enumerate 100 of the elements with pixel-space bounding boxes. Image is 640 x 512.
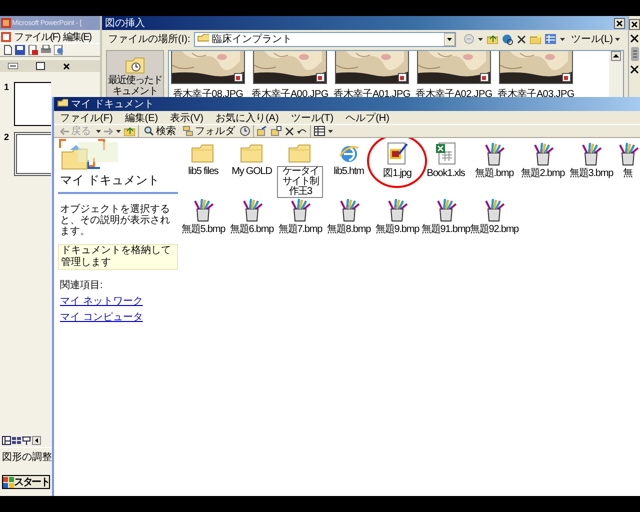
preview-icon[interactable] bbox=[54, 45, 64, 55]
thumbnail-frame[interactable] bbox=[253, 51, 327, 84]
dropdown-arrow-icon[interactable] bbox=[444, 32, 455, 46]
file-name[interactable]: 無題91.bmp bbox=[421, 224, 470, 235]
save-icon[interactable] bbox=[15, 45, 25, 55]
thumbnail-frame[interactable] bbox=[335, 51, 409, 84]
file-name[interactable]: 無題2.bmp bbox=[520, 168, 565, 179]
window-title: マイ ドキュメント bbox=[71, 98, 154, 111]
file-name[interactable]: lib5.htm bbox=[334, 166, 364, 177]
print-icon[interactable] bbox=[41, 45, 51, 55]
undo-icon[interactable] bbox=[297, 126, 307, 136]
link[interactable]: マイ コンピュータ bbox=[58, 310, 143, 324]
close-icon[interactable] bbox=[630, 65, 639, 74]
history-icon[interactable] bbox=[240, 126, 250, 136]
field-label: ファイルの場所(I): bbox=[108, 32, 190, 46]
new-folder-icon[interactable] bbox=[530, 34, 541, 44]
image-file-icon bbox=[316, 73, 325, 82]
location-dropdown[interactable]: 臨床インプラント bbox=[194, 32, 456, 46]
file-name[interactable]: 無題6.bmp bbox=[230, 224, 274, 235]
description-text: オブジェクトを選択すると、その説明が表示されます。 bbox=[59, 204, 171, 237]
image-file-icon bbox=[562, 73, 571, 82]
file-name[interactable]: 無題92.bmp bbox=[470, 224, 519, 235]
caret-icon[interactable] bbox=[478, 38, 483, 40]
file-name[interactable]: ケータイサイト制作王3 bbox=[277, 166, 324, 198]
delete-icon[interactable] bbox=[285, 126, 294, 136]
caret-icon[interactable] bbox=[116, 130, 121, 132]
start-button[interactable]: スタート bbox=[2, 475, 50, 489]
panel-title: マイ ドキュメント bbox=[58, 170, 178, 194]
place-label[interactable]: 最近使ったドキュメント bbox=[107, 75, 163, 97]
file-name[interactable]: 無題.bmp bbox=[474, 168, 514, 179]
slideshow-view-icon[interactable] bbox=[22, 436, 31, 445]
file-name[interactable]: 図1.jpg bbox=[383, 168, 412, 179]
folder-icon bbox=[57, 99, 68, 109]
delete-icon[interactable] bbox=[516, 34, 526, 44]
close-icon[interactable] bbox=[63, 62, 70, 70]
link[interactable]: マイ ネットワーク bbox=[58, 294, 143, 308]
menu-item[interactable]: ファイル(F) bbox=[14, 30, 60, 44]
copy-to-icon[interactable] bbox=[271, 126, 282, 136]
globe-search-icon[interactable] bbox=[502, 34, 513, 44]
normal-view-icon[interactable] bbox=[2, 436, 11, 445]
file-name[interactable]: Book1.xls bbox=[426, 168, 465, 179]
menu-item[interactable]: 編集(E) bbox=[124, 110, 158, 124]
thumbnail-frame[interactable] bbox=[417, 51, 491, 84]
thumbnail-frame[interactable] bbox=[171, 51, 245, 84]
views-icon[interactable] bbox=[314, 126, 325, 136]
file-name[interactable]: lib5 files bbox=[188, 166, 218, 177]
folder-icon bbox=[197, 34, 210, 44]
window-title: 図の挿入 bbox=[105, 16, 145, 30]
back-arrow-icon bbox=[60, 128, 69, 134]
folder-icon[interactable] bbox=[124, 55, 146, 75]
caret-icon[interactable] bbox=[560, 38, 565, 40]
move-to-icon[interactable] bbox=[257, 126, 268, 136]
caret-icon[interactable] bbox=[96, 130, 101, 132]
thumbnail-frame[interactable] bbox=[499, 51, 573, 84]
image-file-icon bbox=[398, 73, 407, 82]
image-file-icon bbox=[234, 73, 243, 82]
search-button[interactable]: 検索 bbox=[142, 124, 178, 138]
menu-item[interactable]: ツール(T) bbox=[290, 110, 334, 124]
image-file-icon[interactable] bbox=[385, 142, 410, 166]
info-text: ドキュメントを格納して管理します bbox=[58, 244, 178, 270]
folder-tree-icon bbox=[183, 126, 193, 136]
caret-icon[interactable] bbox=[328, 130, 333, 132]
image-file-icon bbox=[480, 73, 489, 82]
file-name[interactable]: 無題3.bmp bbox=[569, 168, 614, 179]
search-icon bbox=[144, 126, 154, 136]
menu-item[interactable]: ヘルプ(H) bbox=[346, 110, 390, 124]
slide-number: 1 bbox=[4, 82, 10, 92]
outline-tab-icon[interactable] bbox=[8, 63, 18, 69]
file-name[interactable]: 無題9.bmp bbox=[375, 224, 420, 235]
up-folder-icon[interactable] bbox=[124, 126, 135, 136]
close-icon[interactable] bbox=[630, 34, 639, 43]
up-folder-icon[interactable] bbox=[486, 34, 498, 44]
file-name[interactable]: My GOLD bbox=[232, 166, 272, 177]
app-icon bbox=[1, 18, 11, 28]
scrollbar[interactable] bbox=[609, 51, 623, 98]
close-icon[interactable] bbox=[629, 19, 640, 30]
spreadsheet-file-icon[interactable] bbox=[434, 142, 458, 166]
menu-item[interactable]: 表示(V) bbox=[170, 110, 204, 124]
windows-logo-icon bbox=[3, 476, 14, 488]
slide-thumbnail[interactable] bbox=[14, 132, 51, 176]
scroll-left-icon[interactable] bbox=[32, 436, 41, 445]
close-icon[interactable] bbox=[614, 18, 625, 28]
menu-item[interactable]: お気に入り(A) bbox=[215, 110, 279, 124]
slide-number: 2 bbox=[4, 132, 10, 142]
slide-thumbnail[interactable] bbox=[14, 82, 51, 126]
sorter-view-icon[interactable] bbox=[12, 436, 21, 445]
new-icon[interactable] bbox=[4, 45, 12, 55]
folders-button[interactable]: フォルダ bbox=[181, 124, 237, 138]
file-name[interactable]: 無題5.bmp bbox=[181, 224, 226, 235]
scroll-up-icon[interactable] bbox=[611, 51, 621, 61]
menu-button[interactable]: ツール(L) bbox=[568, 32, 622, 46]
grip-icon[interactable] bbox=[630, 47, 638, 61]
slides-tab-icon[interactable] bbox=[36, 62, 45, 70]
file-name[interactable]: 無題8.bmp bbox=[326, 224, 371, 235]
section-label: 関連項目: bbox=[59, 278, 104, 292]
menu-item[interactable]: 編集(E) bbox=[62, 30, 92, 44]
document-icon[interactable] bbox=[28, 45, 38, 55]
file-name[interactable]: 無題7.bmp bbox=[278, 224, 322, 235]
menu-item[interactable]: ファイル(F) bbox=[60, 110, 113, 124]
file-name[interactable]: 無 bbox=[622, 168, 632, 179]
